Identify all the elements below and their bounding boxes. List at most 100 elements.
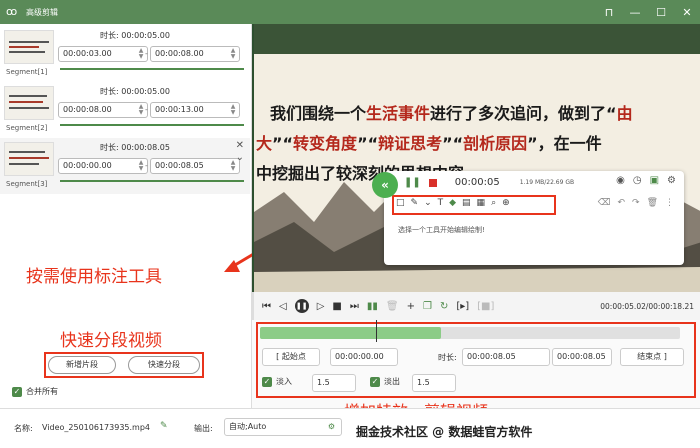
output-select[interactable]: 自动;Auto ⚙ — [224, 418, 342, 436]
skip-end-icon[interactable]: ⏭ — [350, 301, 359, 312]
segment-item-selected[interactable]: Segment[3] 时长: 00:00:08.05 00:00:00.00 ▲ ▼… — [0, 138, 250, 194]
bottom-bar: 名称: Video_250106173935.mp4 ✎ 输出: 自动;Auto… — [0, 408, 700, 448]
segment-item[interactable]: Segment[1] 时长: 00:00:05.00 00:00:03.00 ▲ ▼… — [0, 26, 250, 82]
mark-in-icon[interactable]: [▸] — [456, 301, 469, 312]
image-icon[interactable]: ▤ — [462, 198, 471, 208]
segment-start-input[interactable]: 00:00:08.00 ▲ ▼ — [58, 102, 148, 118]
segment-thumbnail — [4, 30, 54, 64]
preview-line-2: 大”“转变角度”“辩证思考”“剖析原因”，在一件 — [256, 134, 602, 153]
fade-out-checkbox[interactable]: ✓ 淡出 — [370, 376, 400, 387]
highlight-icon[interactable]: ◆ — [449, 198, 456, 208]
timeline-selection[interactable] — [260, 327, 441, 339]
segment-start-input[interactable]: 00:00:00.00 ▲ ▼ — [58, 158, 148, 174]
pen-icon[interactable]: ✎ — [411, 198, 419, 208]
stop-icon[interactable] — [428, 178, 437, 187]
start-point-button[interactable]: [ 起始点 — [262, 348, 320, 366]
toolbox-icon[interactable]: ▣ — [650, 175, 659, 186]
gear-icon[interactable]: ⚙ — [667, 175, 676, 186]
pause-icon[interactable]: ❚❚ — [404, 177, 421, 188]
check-icon: ✓ — [262, 376, 272, 387]
undo-icon[interactable]: ↶ — [617, 198, 625, 208]
maximize-icon[interactable]: ☐ — [648, 0, 674, 24]
annotation-tools-label: 按需使用标注工具 — [26, 267, 162, 287]
rectangle-icon[interactable]: □ — [396, 198, 405, 208]
magnifier-icon[interactable]: ⌕ — [491, 198, 496, 208]
chevron-down-icon[interactable]: ⌄ — [236, 152, 244, 163]
split-icon[interactable]: ▮▮ — [367, 301, 378, 312]
new-segment-button[interactable]: 新增片段 — [48, 356, 116, 374]
prev-frame-icon[interactable]: ◁ — [279, 301, 287, 312]
mosaic-icon[interactable]: ▦ — [477, 198, 486, 208]
copy-icon[interactable]: ❐ — [423, 301, 432, 312]
segment-duration: 时长: 00:00:05.00 — [100, 87, 170, 96]
check-icon: ✓ — [370, 376, 380, 387]
next-frame-icon[interactable]: ▷ — [317, 301, 325, 312]
app-logo-icon: ꝏ — [6, 5, 18, 18]
segment-end-input[interactable]: 00:00:08.05 ▲ ▼ — [150, 158, 240, 174]
gear-icon[interactable]: ⚙ — [328, 419, 335, 435]
quick-split-button[interactable]: 快速分段 — [128, 356, 200, 374]
segment-thumbnail — [4, 86, 54, 120]
tool-hint: 选择一个工具开始编辑绘制! — [398, 226, 485, 234]
mark-out-icon[interactable]: [■] — [477, 301, 494, 312]
pin-icon[interactable]: ⊓ — [596, 0, 622, 24]
time-readout: 00:00:05.02/00:00:18.21 — [600, 301, 694, 311]
output-label: 输出: — [194, 424, 213, 433]
camera-icon[interactable]: ◉ — [616, 175, 625, 186]
segment-start-input[interactable]: 00:00:03.00 ▲ ▼ — [58, 46, 148, 62]
video-preview: 我们围绕一个生活事件进行了多次追问，做到了“由 大”“转变角度”“辩证思考”“剖… — [252, 24, 700, 292]
title-bar: ꝏ 高级剪辑 ⊓ — ☐ ✕ — [0, 0, 700, 24]
end-point-button[interactable]: 结束点 ] — [620, 348, 684, 366]
reset-icon[interactable]: ↻ — [440, 301, 448, 312]
redo-icon[interactable]: ↷ — [632, 198, 640, 208]
file-name: Video_250106173935.mp4 — [42, 423, 150, 432]
segment-panel: Segment[1] 时长: 00:00:05.00 00:00:03.00 ▲ ▼… — [0, 24, 252, 408]
name-label: 名称: — [14, 424, 33, 433]
delete-icon[interactable]: 🗑 — [647, 198, 658, 208]
preview-line-1: 我们围绕一个生活事件进行了多次追问，做到了“由 — [270, 104, 633, 123]
recorder-size: 1.19 MB/22.69 GB — [519, 179, 575, 186]
text-icon[interactable]: T — [438, 198, 444, 208]
skip-start-icon[interactable]: ⏮ — [262, 301, 271, 312]
annotation-quick-split: 快速分段视频 — [60, 331, 162, 351]
close-icon[interactable]: ✕ — [674, 0, 700, 24]
recorder-time: 00:00:05 — [454, 177, 500, 188]
pause-icon[interactable]: ❚❚ — [294, 299, 309, 313]
segment-thumbnail — [4, 142, 54, 176]
close-icon[interactable]: ✕ — [236, 140, 244, 151]
clock-icon[interactable]: ◷ — [633, 175, 642, 186]
duration-label: 时长: — [438, 353, 457, 362]
more-icon[interactable]: ⋮ — [665, 198, 674, 208]
playback-controls: ⏮ ◁ ❚❚ ▷ ■ ⏭ ▮▮ 🗑 + ❐ ↻ [▸] [■] 00:00:05… — [252, 292, 700, 320]
window-title: 高级剪辑 — [26, 7, 58, 17]
duration-input[interactable]: 00:00:08.05 — [462, 348, 550, 366]
segment-progress — [60, 124, 244, 126]
segment-label: Segment[1] — [6, 68, 48, 76]
collapse-toolbar-button[interactable]: « — [372, 172, 398, 198]
timeline-track[interactable] — [260, 327, 680, 339]
minimize-icon[interactable]: — — [622, 0, 648, 24]
merge-all-checkbox[interactable]: ✓ 合并所有 — [12, 386, 58, 397]
fade-out-input[interactable]: 1.5 — [412, 374, 456, 392]
playhead[interactable] — [376, 320, 377, 342]
edit-name-icon[interactable]: ✎ — [160, 421, 168, 431]
delete-icon[interactable]: 🗑 — [386, 301, 399, 312]
segment-duration: 时长: 00:00:05.00 — [100, 31, 170, 40]
chevron-down-icon[interactable]: ⌄ — [424, 198, 432, 208]
segment-end-input[interactable]: 00:00:13.00 ▲ ▼ — [150, 102, 240, 118]
stop-icon[interactable]: ■ — [332, 301, 341, 312]
recorder-toolbar: ❚❚ 00:00:05 1.19 MB/22.69 GB ◉ ◷ ▣ ⚙ □ ✎… — [384, 171, 684, 265]
fade-in-checkbox[interactable]: ✓ 淡入 — [262, 376, 292, 387]
end-time-input[interactable]: 00:00:08.05 — [552, 348, 612, 366]
start-time-input[interactable]: 00:00:00.00 — [330, 348, 398, 366]
segment-end-input[interactable]: 00:00:08.00 ▲ ▼ — [150, 46, 240, 62]
eraser-icon[interactable]: ⌫ — [598, 198, 611, 208]
add-icon[interactable]: + — [407, 301, 415, 312]
segment-label: Segment[2] — [6, 124, 48, 132]
segment-progress — [60, 68, 244, 70]
fade-in-input[interactable]: 1.5 — [312, 374, 356, 392]
timeline-panel: [ 起始点 00:00:00.00 时长: 00:00:08.05 00:00:… — [252, 320, 700, 421]
segment-duration: 时长: 00:00:08.05 — [100, 143, 170, 152]
number-icon[interactable]: ⊕ — [502, 198, 510, 208]
segment-item[interactable]: Segment[2] 时长: 00:00:05.00 00:00:08.00 ▲ ▼… — [0, 82, 250, 138]
